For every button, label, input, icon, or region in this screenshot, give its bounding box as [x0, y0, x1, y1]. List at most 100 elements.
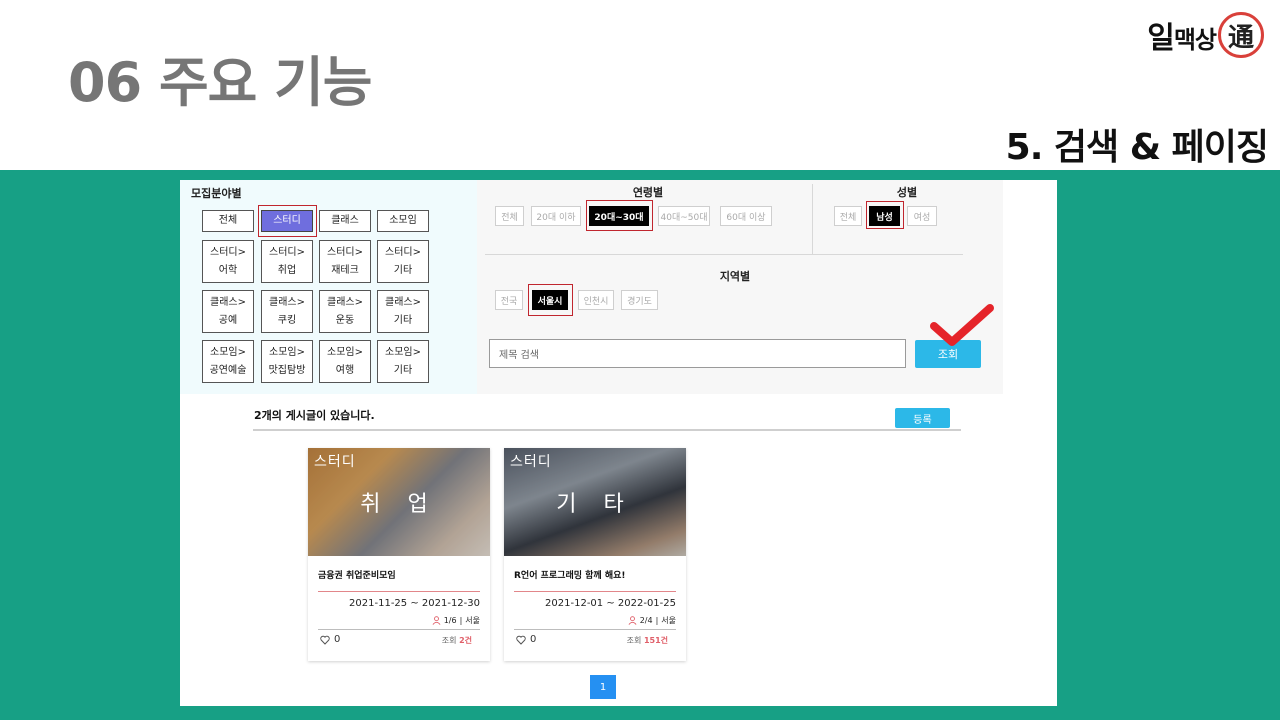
category-sublabel: 기타 [393, 264, 413, 276]
card-thumbnail[interactable]: 스터디 취 업 [308, 448, 490, 556]
category-label: 클래스> [210, 296, 246, 308]
post-card[interactable]: 스터디 기 타 R언어 프로그래밍 함께 해요! 2021-12-01 ~ 20… [504, 448, 686, 661]
filter-panel: 연령별 전체 20대 이하 20대~30대 40대~50대 60대 이상 성별 … [477, 180, 1003, 394]
category-label: 클래스> [269, 296, 305, 308]
category-study-finance-button[interactable]: 스터디> 재테크 [319, 240, 371, 283]
card-likes[interactable]: 0 [516, 634, 536, 645]
logo-text: 일맥상 [1147, 13, 1217, 57]
card-members: 2/4 [639, 616, 653, 625]
category-highlight-box [258, 205, 317, 237]
category-study-language-button[interactable]: 스터디> 어학 [202, 240, 254, 283]
category-sublabel: 쿠킹 [277, 314, 297, 326]
brand-logo: 일맥상 通 [1147, 12, 1264, 58]
card-views-label: 조회 [441, 636, 457, 645]
card-subcategory: 취 업 [360, 492, 438, 517]
category-sublabel: 기타 [393, 364, 413, 376]
gender-highlight-box [866, 201, 904, 229]
card-meta-separator: | [655, 616, 659, 625]
region-option-incheon[interactable]: 인천시 [578, 290, 614, 310]
category-label: 소모임> [385, 346, 421, 358]
card-subcategory: 기 타 [556, 492, 634, 517]
region-option-gyeonggi[interactable]: 경기도 [621, 290, 658, 310]
filter-divider [485, 254, 963, 255]
category-class-etc-button[interactable]: 클래스> 기타 [377, 290, 429, 333]
result-count: 2개의 게시글이 있습니다. [254, 409, 375, 422]
category-class-cooking-button[interactable]: 클래스> 쿠킹 [261, 290, 313, 333]
age-highlight-box [586, 200, 653, 231]
card-thumbnail[interactable]: 스터디 기 타 [504, 448, 686, 556]
card-title[interactable]: 금융권 취업준비모임 [318, 568, 396, 581]
card-meta: 1/6 | 서울 [432, 615, 480, 626]
category-sublabel: 기타 [393, 314, 413, 326]
logo-small: 맥상 [1173, 26, 1217, 54]
category-label: 클래스> [385, 296, 421, 308]
category-sublabel: 취업 [277, 264, 297, 276]
gender-option-all[interactable]: 전체 [834, 206, 862, 226]
category-label: 스터디> [210, 246, 246, 258]
category-panel: 모집분야별 전체 스터디 클래스 소모임 스터디> 어학 스터디> 취업 스터디> 재… [180, 180, 477, 394]
category-all-button[interactable]: 전체 [202, 210, 254, 232]
slide: 06 주요 기능 일맥상 通 5. 검색 & 페이징 모집분야별 전체 스터디 … [0, 0, 1280, 720]
category-group-button[interactable]: 소모임 [377, 210, 429, 232]
card-divider [514, 591, 676, 592]
pagination-page-1[interactable]: 1 [590, 675, 616, 699]
gender-filter-label: 성별 [896, 186, 918, 199]
heart-icon[interactable] [320, 635, 330, 645]
card-views-label: 조회 [626, 636, 642, 645]
category-label: 스터디> [269, 246, 305, 258]
age-option-40s-50s[interactable]: 40대~50대 [658, 206, 710, 226]
logo-seal: 通 [1218, 12, 1264, 58]
category-group-food-button[interactable]: 소모임> 맛집탐방 [261, 340, 313, 383]
category-sublabel: 운동 [335, 314, 355, 326]
red-checkmark-icon [930, 304, 994, 346]
card-view-count: 151건 [643, 636, 668, 645]
category-group-performing-button[interactable]: 소모임> 공연예술 [202, 340, 254, 383]
logo-main: 일 [1147, 21, 1175, 56]
card-view-count: 2건 [459, 636, 472, 645]
card-category: 스터디 [510, 454, 552, 470]
age-filter-label: 연령별 [632, 186, 664, 199]
card-views: 조회 2건 [442, 635, 472, 646]
card-divider [318, 591, 480, 592]
person-icon [432, 616, 441, 625]
category-class-craft-button[interactable]: 클래스> 공예 [202, 290, 254, 333]
card-region: 서울 [465, 616, 480, 625]
category-sublabel: 어학 [218, 264, 238, 276]
category-study-etc-button[interactable]: 스터디> 기타 [377, 240, 429, 283]
person-icon [628, 616, 637, 625]
category-label: 클래스 [331, 215, 359, 226]
card-date-range: 2021-12-01 ~ 2022-01-25 [545, 598, 676, 609]
category-study-job-button[interactable]: 스터디> 취업 [261, 240, 313, 283]
age-option-all[interactable]: 전체 [495, 206, 524, 226]
category-sublabel: 여행 [335, 364, 355, 376]
age-option-60s-over[interactable]: 60대 이상 [720, 206, 772, 226]
post-card[interactable]: 스터디 취 업 금융권 취업준비모임 2021-11-25 ~ 2021-12-… [308, 448, 490, 661]
category-class-button[interactable]: 클래스 [319, 210, 371, 232]
category-group-etc-button[interactable]: 소모임> 기타 [377, 340, 429, 383]
card-like-count: 0 [530, 634, 537, 645]
card-members: 1/6 [443, 616, 457, 625]
category-label: 전체 [218, 215, 238, 226]
category-label: 클래스> [327, 296, 363, 308]
category-label: 소모임> [269, 346, 305, 358]
gender-option-female[interactable]: 여성 [907, 206, 937, 226]
region-filter-label: 지역별 [719, 270, 751, 283]
category-label: 스터디> [327, 246, 363, 258]
category-label: 소모임> [327, 346, 363, 358]
category-label: 스터디> [385, 246, 421, 258]
title-search-input[interactable]: 제목 검색 [489, 339, 906, 368]
region-highlight-box [528, 284, 573, 316]
heart-icon[interactable] [516, 635, 526, 645]
slide-title: 06 주요 기능 [68, 51, 372, 114]
card-likes[interactable]: 0 [320, 634, 340, 645]
card-meta-separator: | [459, 616, 463, 625]
card-meta: 2/4 | 서울 [628, 615, 676, 626]
card-like-count: 0 [334, 634, 341, 645]
region-option-nationwide[interactable]: 전국 [495, 290, 523, 310]
age-option-20s-under[interactable]: 20대 이하 [531, 206, 581, 226]
category-group-travel-button[interactable]: 소모임> 여행 [319, 340, 371, 383]
register-button[interactable]: 등록 [895, 408, 950, 428]
card-title[interactable]: R언어 프로그래밍 함께 해요! [514, 568, 626, 581]
category-class-exercise-button[interactable]: 클래스> 운동 [319, 290, 371, 333]
card-views: 조회 151건 [627, 635, 668, 646]
